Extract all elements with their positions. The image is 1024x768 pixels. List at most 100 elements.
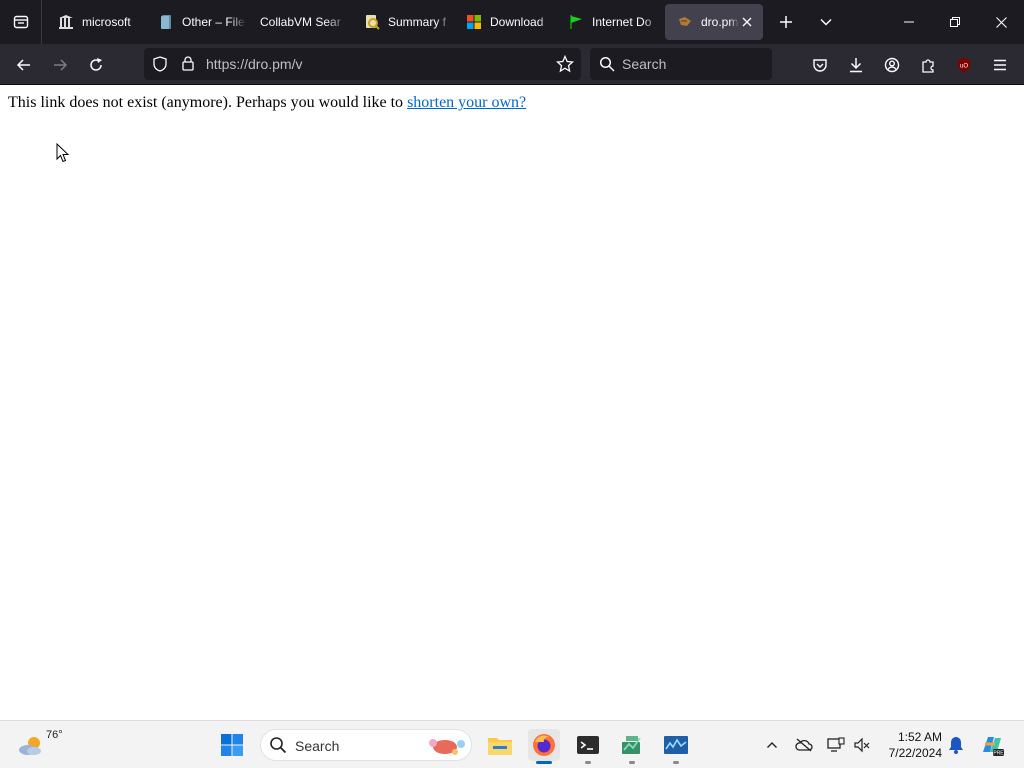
close-icon <box>995 16 1007 28</box>
account-icon <box>884 57 900 73</box>
tab-other-file[interactable]: Other – File <box>146 4 246 40</box>
tab-title: Internet Do <box>592 15 652 29</box>
windows-logo-icon <box>466 14 482 30</box>
firefox-view-button[interactable] <box>0 0 42 44</box>
message-text: This link does not exist (anymore). Perh… <box>8 94 404 111</box>
navigation-toolbar: https://dro.pm/v Search uO <box>0 44 1024 85</box>
tab-title: microsoft <box>82 15 131 29</box>
tab-collabvm[interactable]: CollabVM Sear <box>248 4 348 40</box>
restore-button[interactable] <box>932 0 978 44</box>
reload-icon <box>90 58 102 71</box>
volume-tray[interactable] <box>852 735 872 755</box>
extensions-button[interactable] <box>916 53 940 77</box>
document-icon <box>158 14 174 30</box>
weather-widget[interactable]: 76° <box>16 727 63 763</box>
chevron-up-icon <box>767 742 777 748</box>
taskbar-search-box[interactable]: Search <box>260 729 472 761</box>
taskbar-terminal[interactable] <box>572 729 604 764</box>
library-icon <box>58 14 74 30</box>
tab-title: dro.pm/ <box>701 15 739 29</box>
taskbar-search-placeholder: Search <box>295 738 340 754</box>
tab-title: Summary f <box>388 15 447 29</box>
pocket-button[interactable] <box>808 53 832 77</box>
svg-text:uO: uO <box>960 64 968 70</box>
taskbar-task-manager[interactable] <box>616 729 648 764</box>
restore-icon <box>950 17 960 27</box>
windows-start-icon <box>221 734 243 756</box>
running-indicator <box>536 761 552 764</box>
chevron-down-icon <box>820 18 832 26</box>
running-indicator <box>585 761 591 764</box>
search-placeholder: Search <box>622 56 667 72</box>
lock-icon[interactable] <box>180 55 196 76</box>
terminal-icon <box>577 736 599 754</box>
app-menu-button[interactable] <box>988 53 1012 77</box>
fox-icon <box>677 14 693 30</box>
network-tray[interactable] <box>826 735 846 755</box>
mouse-cursor-icon <box>56 143 70 163</box>
start-button[interactable] <box>216 729 248 761</box>
new-tab-button[interactable] <box>772 6 800 38</box>
url-text[interactable]: https://dro.pm/v <box>206 56 302 72</box>
copilot-button[interactable]: PRE <box>976 729 1008 761</box>
hamburger-icon <box>994 59 1006 71</box>
taskbar-monitor-app[interactable] <box>660 729 692 764</box>
clock-time: 1:52 AM <box>897 730 942 744</box>
forward-button[interactable] <box>48 53 72 77</box>
error-message: This link does not exist (anymore). Perh… <box>8 94 526 112</box>
downloads-button[interactable] <box>844 53 868 77</box>
bookmark-star-icon[interactable] <box>555 54 575 78</box>
puzzle-icon <box>922 59 934 73</box>
firefox-view-icon <box>13 15 28 29</box>
download-icon <box>850 58 862 73</box>
ublock-origin-button[interactable]: uO <box>952 53 976 77</box>
shorten-link[interactable]: shorten your own? <box>407 94 526 111</box>
tab-download[interactable]: Download <box>454 4 554 40</box>
reload-button[interactable] <box>84 53 108 77</box>
list-all-tabs-button[interactable] <box>812 6 840 38</box>
task-manager-icon <box>622 736 641 754</box>
search-bar[interactable]: Search <box>590 48 772 80</box>
tab-strip: microsoft Other – File CollabVM Sear Sum… <box>0 0 1024 44</box>
onedrive-tray[interactable] <box>794 735 814 755</box>
system-clock[interactable]: 1:52 AM 7/22/2024 <box>880 729 942 761</box>
tab-summary[interactable]: Summary f <box>352 4 452 40</box>
tab-dro-pm[interactable]: dro.pm/ <box>665 4 763 40</box>
account-button[interactable] <box>880 53 904 77</box>
tab-title: Other – File <box>182 15 245 29</box>
show-hidden-icons-button[interactable] <box>762 735 782 755</box>
arrow-left-icon <box>16 59 30 71</box>
close-tab-icon[interactable] <box>739 14 755 30</box>
search-icon <box>269 736 287 759</box>
notifications-button[interactable] <box>946 735 966 755</box>
close-window-button[interactable] <box>978 0 1024 44</box>
taskbar-firefox[interactable] <box>528 729 560 764</box>
ublock-shield-icon: uO <box>958 58 970 72</box>
pocket-icon <box>813 59 827 72</box>
network-icon <box>827 737 845 752</box>
firefox-icon <box>533 734 555 756</box>
page-content: This link does not exist (anymore). Perh… <box>0 85 1024 720</box>
tab-internet-do[interactable]: Internet Do <box>556 4 660 40</box>
search-icon <box>599 56 615 77</box>
address-bar[interactable]: https://dro.pm/v <box>144 48 581 80</box>
taskbar-file-explorer[interactable] <box>484 729 516 761</box>
tab-title: Download <box>490 15 544 29</box>
cloud-offline-icon <box>795 738 813 752</box>
lens-icon <box>364 14 380 30</box>
minimize-icon <box>904 21 914 23</box>
minimize-button[interactable] <box>886 0 932 44</box>
shield-icon[interactable] <box>152 56 168 77</box>
tab-microsoft[interactable]: microsoft <box>46 4 144 40</box>
back-button[interactable] <box>12 53 36 77</box>
taskbar: 76° Search 1:52 AM 7/22/2024 PRE <box>0 720 1024 768</box>
weather-cloud-icon <box>19 737 41 755</box>
svg-text:PRE: PRE <box>993 751 1004 757</box>
waveform-icon <box>664 736 688 754</box>
running-indicator <box>673 761 679 764</box>
arrow-right-icon <box>54 59 68 71</box>
clock-date: 7/22/2024 <box>888 746 942 760</box>
folder-icon <box>488 738 512 755</box>
tab-title: CollabVM Sear <box>260 15 341 29</box>
bell-icon <box>949 737 963 754</box>
